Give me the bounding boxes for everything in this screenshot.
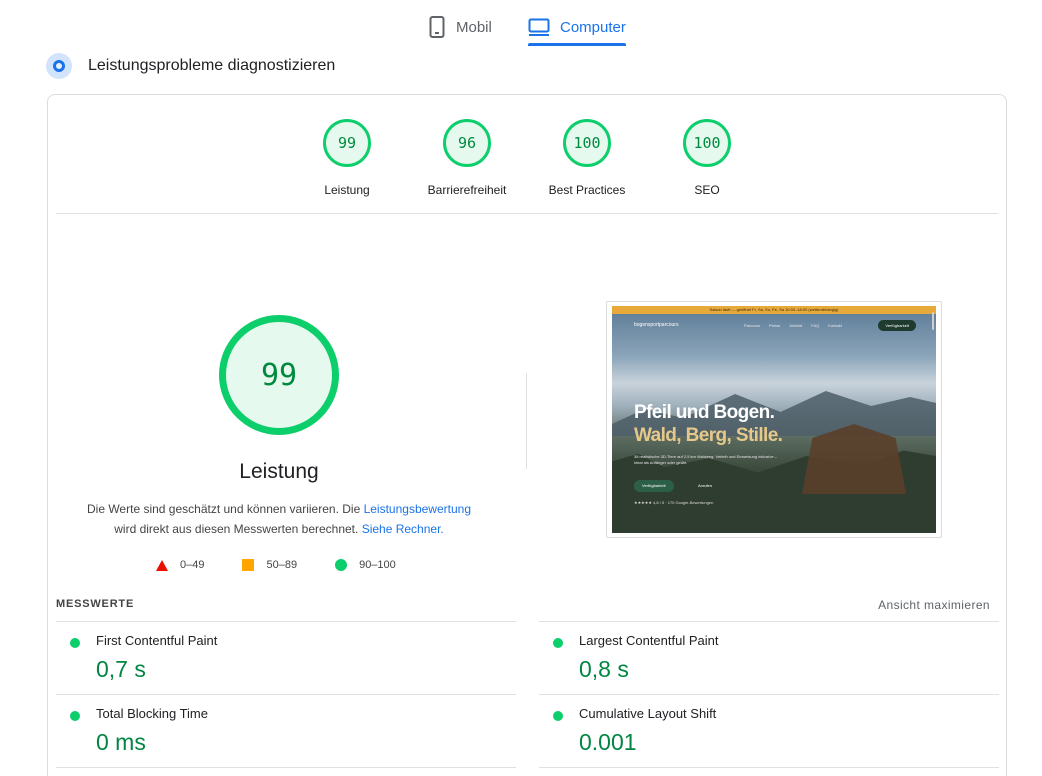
triangle-icon xyxy=(156,559,168,571)
gauge-label: Best Practices xyxy=(548,183,626,197)
metric-value: 0,8 s xyxy=(579,656,629,682)
gauge-score: 100 xyxy=(683,119,731,167)
vertical-divider xyxy=(526,373,527,469)
screenshot-button-secondary: Anrufen xyxy=(698,483,713,488)
smartphone-icon xyxy=(428,16,446,38)
score-description: Die Werte sind geschätzt und können vari… xyxy=(78,499,480,539)
pass-circle-icon xyxy=(553,638,563,648)
performance-scoring-link[interactable]: Leistungsbewertung xyxy=(364,502,471,516)
screenshot-title-line1: Pfeil und Bogen. xyxy=(634,402,775,423)
screenshot-nav-link: Kontakt xyxy=(828,323,842,328)
metric-value: 0.001 xyxy=(579,729,637,755)
metric-lcp: Largest Contentful Paint 0,8 s xyxy=(539,622,999,694)
metric-tbt: Total Blocking Time 0 ms xyxy=(56,695,516,767)
metric-name: Largest Contentful Paint xyxy=(579,633,719,648)
gauge-label: Leistung xyxy=(324,183,370,197)
gauge-label: SEO xyxy=(694,183,720,197)
metric-value: 0,7 s xyxy=(96,656,146,682)
screenshot-title-line2: Wald, Berg, Stille. xyxy=(634,425,783,446)
tab-desktop[interactable]: Computer xyxy=(528,8,626,46)
screenshot-rating: ★★★★★ 4,8 / 5 · 170 Google-Bewertungen xyxy=(634,500,714,505)
gauge-score: 100 xyxy=(563,119,611,167)
performance-score-gauge: 99 xyxy=(219,315,339,435)
desktop-icon xyxy=(528,18,550,36)
screenshot-nav: bogensportparcours Parcours Preise Anfah… xyxy=(632,320,916,332)
lighthouse-icon xyxy=(46,53,72,79)
screenshot-button-primary: Verfügbarkeit xyxy=(634,480,674,492)
device-tabs: Mobil Computer xyxy=(0,0,1042,46)
metric-name: Total Blocking Time xyxy=(96,706,208,721)
tab-mobile-label: Mobil xyxy=(456,18,492,36)
screenshot-nav-link: Preise xyxy=(769,323,781,328)
legend-range: 90–100 xyxy=(359,559,396,571)
screenshot-banner: Saison läuft — geöffnet Fr, Sa, So, Fe, … xyxy=(612,306,936,314)
screenshot-subtitle: 38 realistische 3D-Tiere auf 2,5 km Wald… xyxy=(634,454,777,465)
legend-range: 50–89 xyxy=(266,559,298,571)
calculator-link[interactable]: Siehe Rechner. xyxy=(362,522,444,536)
report-card: 99 Leistung 96 Barrierefreiheit 100 Best… xyxy=(47,94,1007,776)
legend-average: 50–89 xyxy=(242,559,297,571)
metric-cls: Cumulative Layout Shift 0.001 xyxy=(539,695,999,767)
screenshot-nav-link: Anfahrt xyxy=(789,323,803,328)
screenshot-nav-link: Parcours xyxy=(744,323,761,328)
divider xyxy=(56,767,516,768)
diagnose-title: Leistungsprobleme diagnostizieren xyxy=(88,57,336,74)
screenshot-image: Saison läuft — geöffnet Fr, Sa, So, Fe, … xyxy=(612,306,936,533)
screenshot-logo: bogensportparcours xyxy=(634,322,679,328)
legend-range: 0–49 xyxy=(180,559,205,571)
gauge-label: Barrierefreiheit xyxy=(427,183,507,197)
gauge-score: 99 xyxy=(323,119,371,167)
screenshot-cta: Verfügbarkeit xyxy=(878,320,916,331)
performance-label: Leistung xyxy=(239,460,319,483)
divider xyxy=(56,213,998,214)
active-tab-indicator xyxy=(528,43,626,46)
final-screenshot[interactable]: Saison läuft — geöffnet Fr, Sa, So, Fe, … xyxy=(606,301,942,538)
category-gauge-performance[interactable]: 99 Leistung xyxy=(287,119,407,197)
tab-mobile[interactable]: Mobil xyxy=(428,8,492,46)
metrics-heading: MESSWERTE xyxy=(56,598,135,610)
screenshot-scrollbar xyxy=(932,312,934,330)
category-gauge-seo[interactable]: 100 SEO xyxy=(647,119,767,197)
pass-circle-icon xyxy=(70,638,80,648)
pass-circle-icon xyxy=(70,711,80,721)
gauge-score: 96 xyxy=(443,119,491,167)
metric-name: First Contentful Paint xyxy=(96,633,218,648)
score-legend: 0–49 50–89 90–100 xyxy=(156,557,434,573)
divider xyxy=(539,767,999,768)
expand-view-toggle[interactable]: Ansicht maximieren xyxy=(878,598,990,612)
category-gauges: 99 Leistung 96 Barrierefreiheit 100 Best… xyxy=(48,119,1006,199)
diagnose-header: Leistungsprobleme diagnostizieren xyxy=(46,52,335,80)
screenshot-nav-link: FAQ xyxy=(811,323,820,328)
legend-pass: 90–100 xyxy=(335,559,396,571)
metric-name: Cumulative Layout Shift xyxy=(579,706,717,721)
desc-text: wird direkt aus diesen Messwerten berech… xyxy=(114,522,362,536)
category-gauge-best-practices[interactable]: 100 Best Practices xyxy=(527,119,647,197)
metric-value: 0 ms xyxy=(96,729,146,755)
circle-icon xyxy=(335,559,348,571)
category-gauge-accessibility[interactable]: 96 Barrierefreiheit xyxy=(407,119,527,197)
legend-fail: 0–49 xyxy=(156,559,204,571)
metric-fcp: First Contentful Paint 0,7 s xyxy=(56,622,516,694)
desc-text: Die Werte sind geschätzt und können vari… xyxy=(86,502,364,516)
tab-desktop-label: Computer xyxy=(560,18,626,36)
pass-circle-icon xyxy=(553,711,563,721)
square-icon xyxy=(242,559,255,571)
screenshot-nav-links: Parcours Preise Anfahrt FAQ Kontakt xyxy=(744,323,842,328)
